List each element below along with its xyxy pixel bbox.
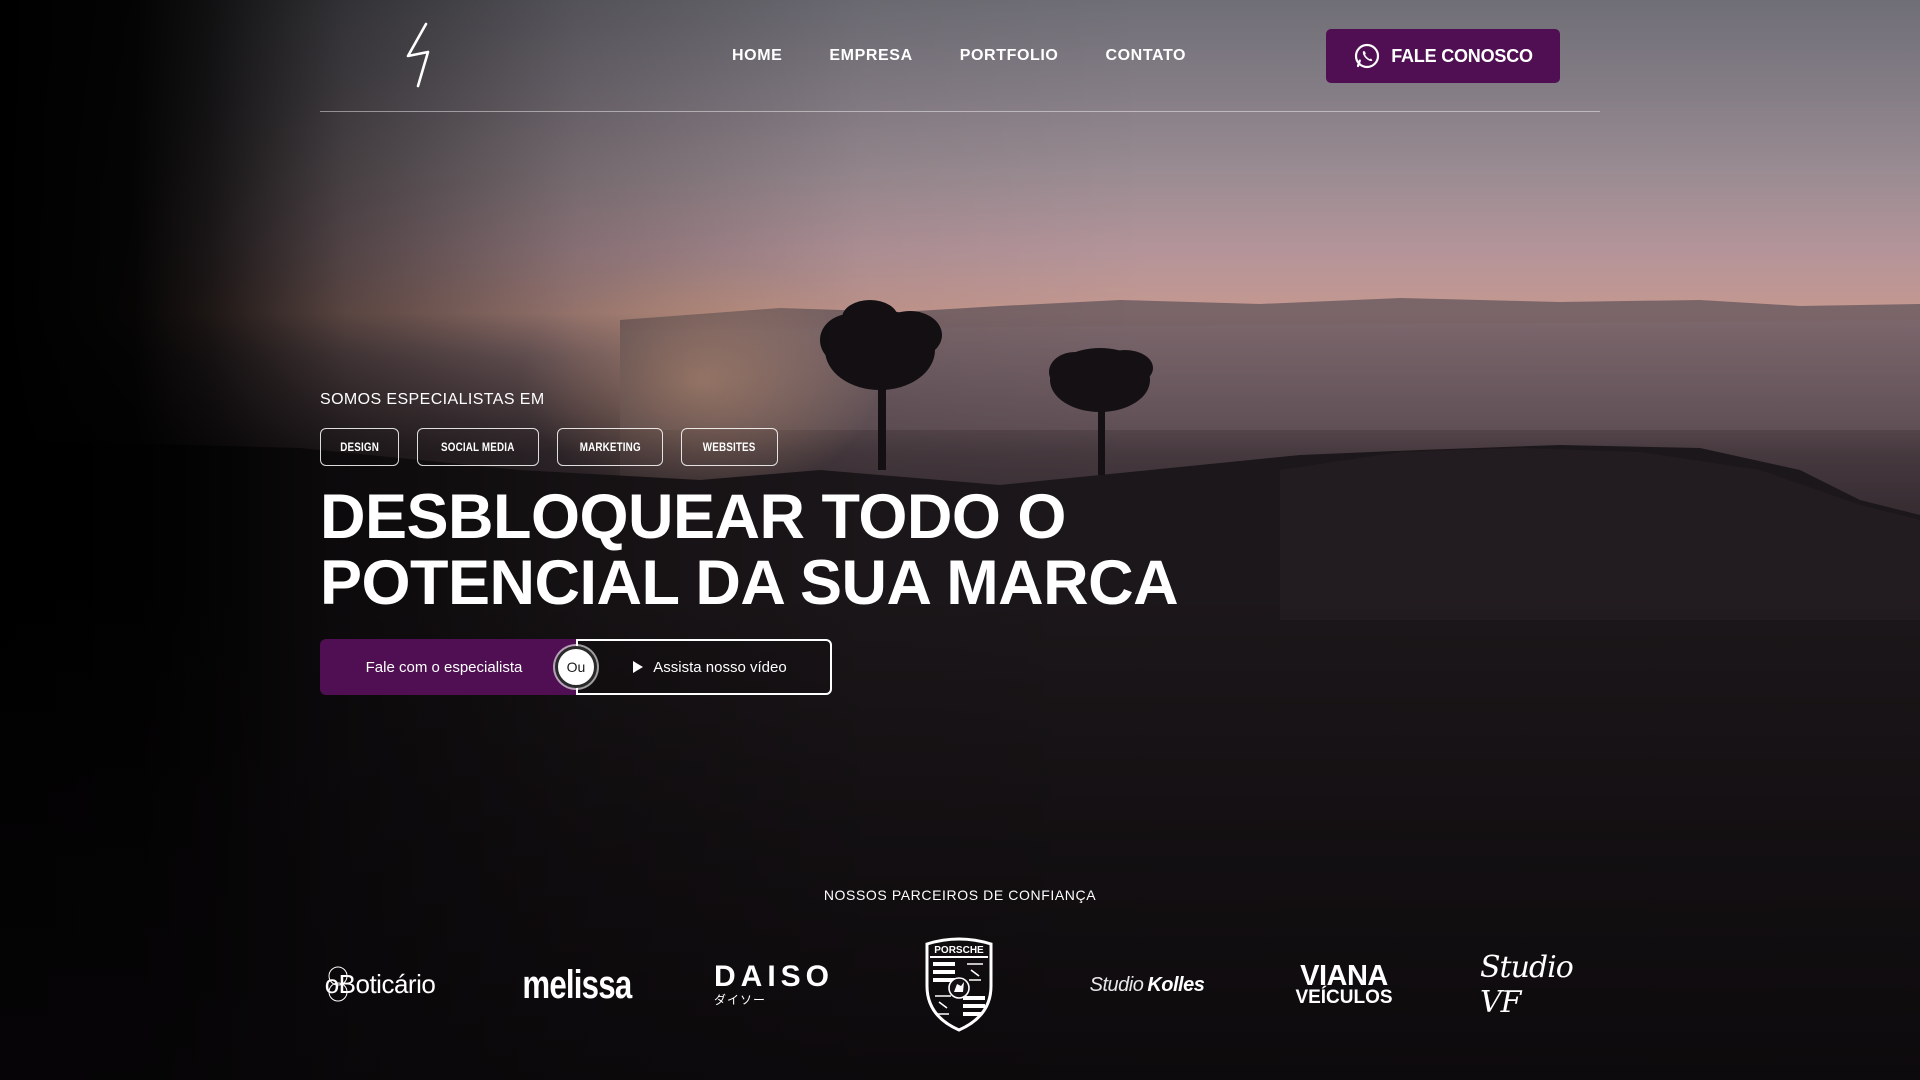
partner-logo-daiso: DAISO ダイソー: [714, 959, 835, 1007]
headline-line-1: DESBLOQUEAR TODO O: [320, 482, 1066, 552]
play-icon: [633, 661, 644, 673]
daiso-wordmark: DAISO: [714, 959, 835, 993]
viana-wordmark: VIANA: [1300, 960, 1388, 992]
partner-logo-studio-kolles: Studio Kolles: [1086, 970, 1208, 1000]
talk-to-specialist-button[interactable]: Fale com o especialista: [320, 639, 578, 695]
partner-logo-studio-vf: Studio VF: [1480, 950, 1602, 1020]
main-nav: HOME EMPRESA PORTFOLIO CONTATO: [732, 46, 1186, 66]
boticario-rings-icon: [328, 966, 348, 1002]
nav-portfolio[interactable]: PORTFOLIO: [960, 46, 1059, 66]
tag-social-media[interactable]: SOCIAL MEDIA: [417, 428, 539, 466]
nav-contato[interactable]: CONTATO: [1105, 46, 1186, 66]
lightning-logo-icon[interactable]: [404, 22, 444, 88]
hero-headline: DESBLOQUEAR TODO O POTENCIAL DA SUA MARC…: [320, 484, 1320, 616]
or-divider-badge: Ou: [555, 646, 597, 688]
nav-home[interactable]: HOME: [732, 46, 782, 66]
headline-line-2: POTENCIAL DA SUA MARCA: [320, 548, 1179, 618]
nav-empresa[interactable]: EMPRESA: [829, 46, 912, 66]
watch-video-label: Assista nosso vídeo: [653, 658, 787, 676]
partners-title: NOSSOS PARCEIROS DE CONFIANÇA: [823, 887, 1097, 903]
partner-logo-melissa: melissa: [517, 962, 637, 1008]
kolles-studio-text: Studio: [1089, 973, 1144, 996]
service-tags: DESIGN SOCIAL MEDIA MARKETING WEBSITES: [320, 428, 778, 466]
tag-design[interactable]: DESIGN: [320, 428, 400, 466]
tag-marketing-label: MARKETING: [579, 440, 641, 454]
tag-websites-label: WEBSITES: [703, 440, 756, 454]
site-header: HOME EMPRESA PORTFOLIO CONTATO FALE CONO…: [320, 0, 1600, 112]
tag-websites[interactable]: WEBSITES: [681, 428, 778, 466]
tag-design-label: DESIGN: [340, 440, 379, 454]
porsche-wordmark: PORSCHE: [934, 945, 984, 956]
partner-logo-porsche: PORSCHE: [921, 936, 997, 1032]
tag-marketing[interactable]: MARKETING: [556, 428, 664, 466]
fale-conosco-label: FALE CONOSCO: [1391, 45, 1533, 66]
studio-vf-wordmark: Studio VF: [1480, 950, 1574, 1020]
hero-eyebrow: SOMOS ESPECIALISTAS EM: [320, 391, 545, 408]
partner-logo-viana-veiculos: VIANA VEÍCULOS: [1283, 962, 1405, 1008]
partner-logo-boticario: oBoticário: [320, 960, 440, 1008]
whatsapp-icon: [1355, 43, 1380, 69]
daiso-katakana: ダイソー: [714, 992, 767, 1007]
melissa-wordmark: melissa: [522, 962, 632, 1007]
veiculos-wordmark: VEÍCULOS: [1295, 987, 1393, 1008]
kolles-name-text: Kolles: [1147, 973, 1205, 996]
watch-video-button[interactable]: Assista nosso vídeo: [576, 639, 832, 695]
hero-cta-group: Fale com o especialista Assista nosso ví…: [320, 639, 832, 695]
fale-conosco-button[interactable]: FALE CONOSCO: [1326, 29, 1560, 83]
tag-social-media-label: SOCIAL MEDIA: [441, 440, 515, 454]
talk-to-specialist-label: Fale com o especialista: [365, 658, 523, 676]
porsche-crest-icon: PORSCHE: [925, 937, 993, 1032]
